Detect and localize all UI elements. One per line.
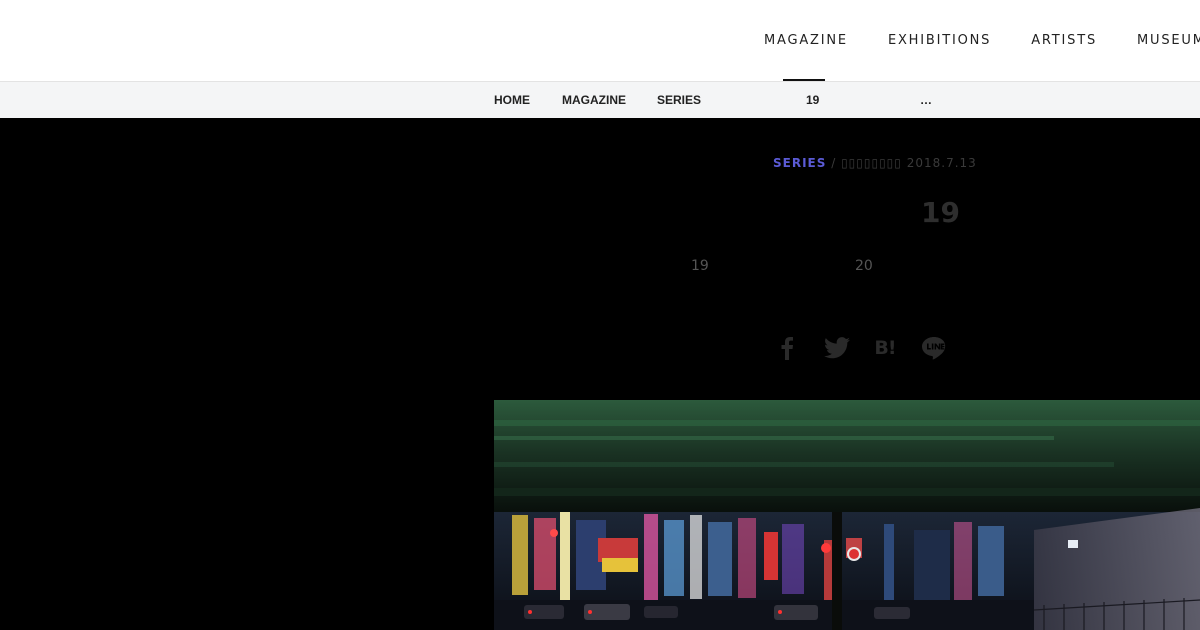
twitter-icon (824, 337, 850, 359)
nav-item-exhibitions[interactable]: EXHIBITIONS (888, 0, 991, 81)
category-link[interactable]: SERIES (773, 156, 826, 170)
author-name[interactable]: ▯▯▯▯▯▯▯▯ (841, 156, 902, 170)
share-hatena-button[interactable]: B! (870, 333, 900, 363)
article-hero: SERIES / ▯▯▯▯▯▯▯▯ 2018.7.13 19 19 20 B! (0, 118, 1200, 630)
main-nav: MAGAZINE EXHIBITIONS ARTISTS MUSEUMS (764, 0, 1200, 81)
hatena-bookmark-icon: B! (874, 337, 896, 359)
meta-separator: / (826, 156, 842, 170)
article-title: 19 (921, 196, 960, 229)
nav-item-magazine[interactable]: MAGAZINE (764, 0, 848, 81)
site-header: MAGAZINE EXHIBITIONS ARTISTS MUSEUMS (0, 0, 1200, 82)
breadcrumb: HOME MAGAZINE SERIES 19 … (0, 82, 1200, 118)
breadcrumb-series[interactable]: SERIES (657, 82, 701, 118)
nav-item-artists[interactable]: ARTISTS (1031, 0, 1097, 81)
article-subtitle-left: 19 (691, 258, 709, 274)
line-icon (922, 337, 946, 360)
breadcrumb-home[interactable]: HOME (494, 82, 530, 118)
share-twitter-button[interactable] (822, 333, 852, 363)
share-line-button[interactable] (919, 333, 949, 363)
hero-photo (494, 400, 1200, 630)
breadcrumb-series-number[interactable]: 19 (806, 82, 819, 118)
article-subtitle-right: 20 (855, 258, 873, 274)
city-night-photo (494, 400, 1200, 630)
facebook-icon (781, 337, 793, 360)
share-facebook-button[interactable] (772, 333, 802, 363)
breadcrumb-current: … (920, 93, 932, 107)
publish-date: 2018.7.13 (906, 156, 977, 170)
breadcrumb-magazine[interactable]: MAGAZINE (562, 82, 626, 118)
article-meta: SERIES / ▯▯▯▯▯▯▯▯ 2018.7.13 (773, 156, 977, 170)
nav-item-museums[interactable]: MUSEUMS (1137, 0, 1200, 81)
